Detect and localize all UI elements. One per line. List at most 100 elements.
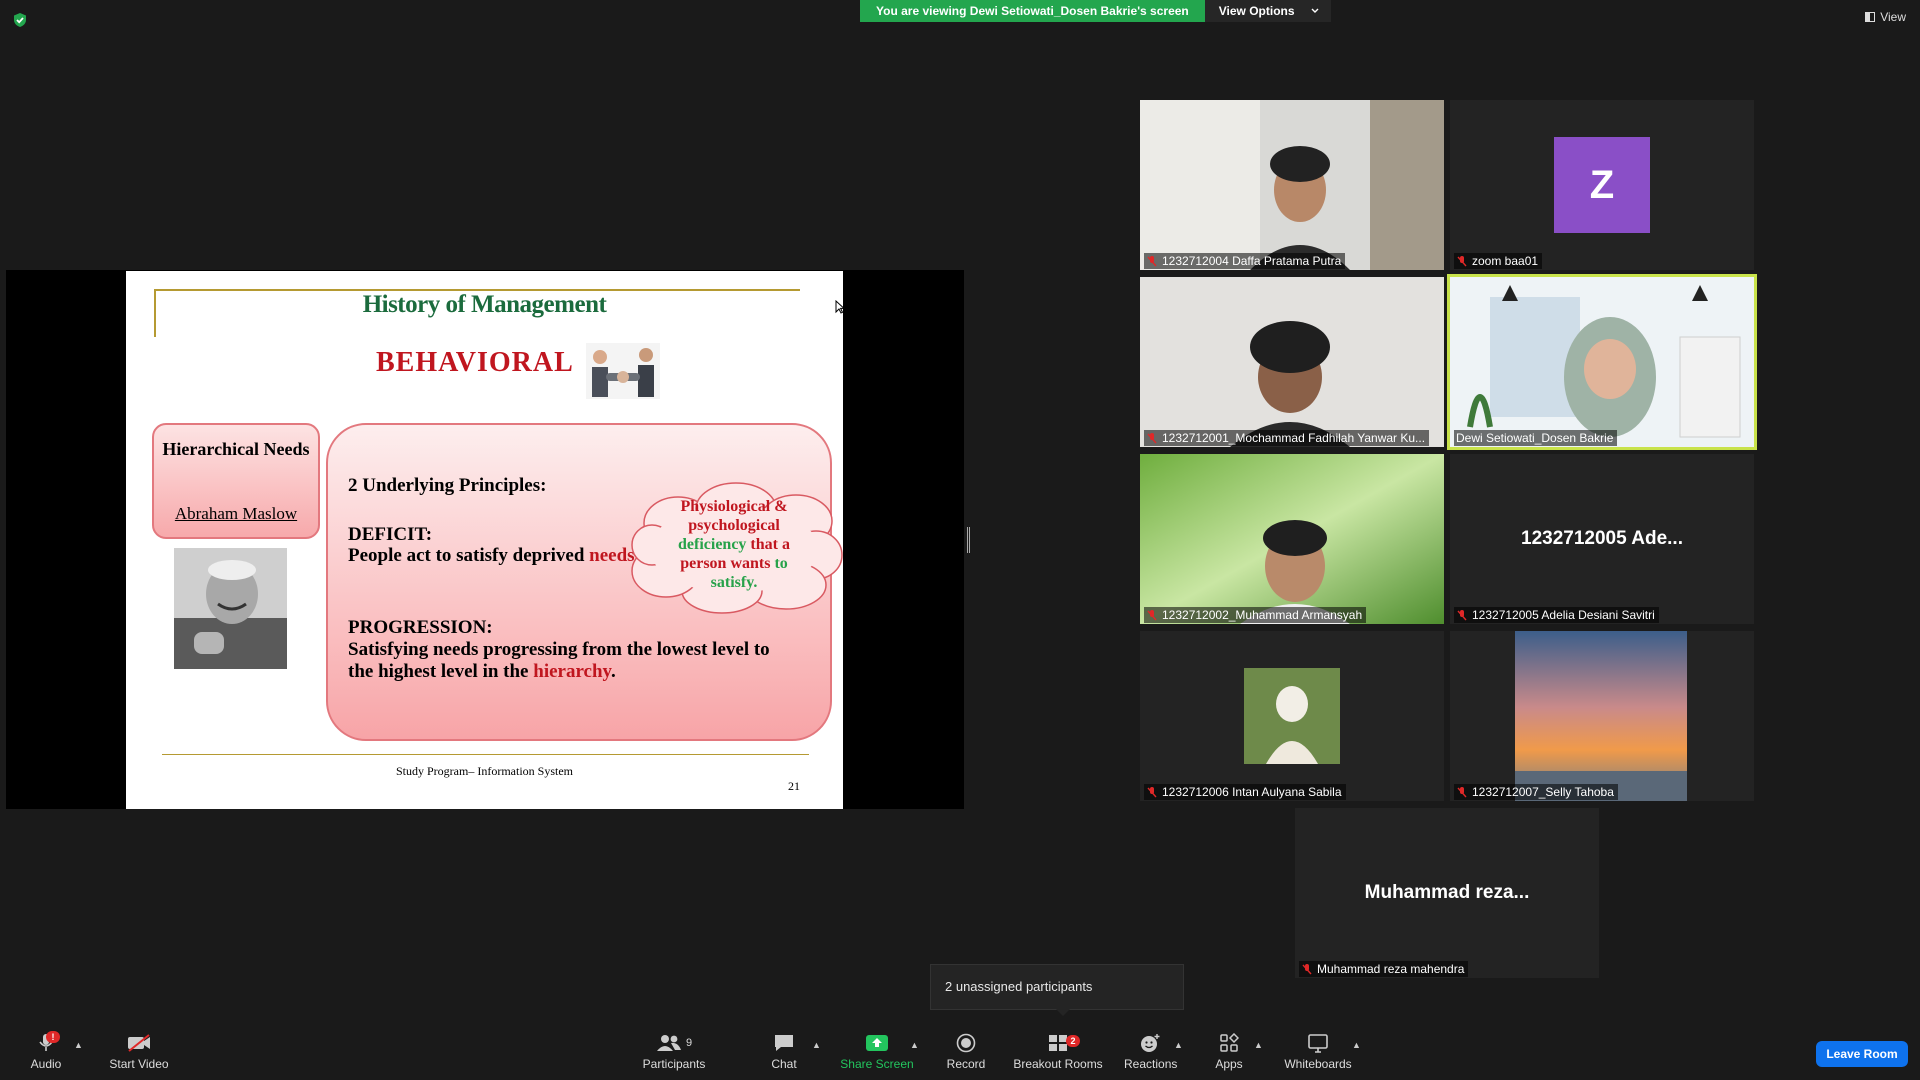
view-layout-button[interactable]: View xyxy=(1865,10,1906,24)
chat-button[interactable]: Chat xyxy=(760,1032,808,1071)
participant-name-label: 1232712004 Daffa Pratama Putra xyxy=(1162,254,1342,268)
mic-muted-icon xyxy=(1147,433,1157,444)
audio-warning-badge: ! xyxy=(46,1031,60,1043)
deficit-text-part: People act to satisfy deprived xyxy=(348,545,590,566)
viewing-screen-label: You are viewing Dewi Setiowati_Dosen Bak… xyxy=(860,0,1205,22)
participant-video xyxy=(1450,277,1754,447)
record-label: Record xyxy=(946,1057,986,1071)
unassigned-participants-tooltip[interactable]: 2 unassigned participants xyxy=(930,964,1184,1016)
mic-muted-icon xyxy=(1302,964,1312,975)
cloud-line-1: Physiological & xyxy=(680,498,788,515)
participant-name: zoom baa01 xyxy=(1454,253,1543,269)
chat-icon xyxy=(775,1035,793,1051)
deficiency-word: deficiency xyxy=(678,536,747,553)
apps-label: Apps xyxy=(1215,1057,1243,1071)
mic-muted-icon xyxy=(1147,787,1157,798)
participant-name-label: 1232712001_Mochammad Fadhilah Yanwar Ku.… xyxy=(1162,431,1426,445)
participant-video xyxy=(1140,100,1444,270)
progression-text-line1: Satisfying needs progressing from the lo… xyxy=(348,639,770,660)
participant-name-label: Muhammad reza mahendra xyxy=(1317,962,1465,976)
mic-muted-icon xyxy=(1457,256,1467,267)
whiteboards-options-caret-icon[interactable]: ▲ xyxy=(1352,1040,1361,1050)
maslow-portrait xyxy=(174,548,287,669)
avatar: Z xyxy=(1554,137,1650,233)
deficit-heading: DEFICIT: xyxy=(348,524,433,545)
whiteboard-icon xyxy=(1308,1034,1328,1053)
screen-share-banner: You are viewing Dewi Setiowati_Dosen Bak… xyxy=(860,0,1331,22)
layout-grid-icon xyxy=(1865,12,1876,22)
profile-picture xyxy=(1515,631,1687,801)
participant-tile[interactable]: Muhammad reza... Muhammad reza mahendra xyxy=(1295,808,1599,978)
whiteboards-label: Whiteboards xyxy=(1284,1057,1352,1071)
slide-page-number: 21 xyxy=(788,779,800,793)
participant-name: Dewi Setiowati_Dosen Bakrie xyxy=(1454,430,1618,446)
audio-options-caret-icon[interactable]: ▲ xyxy=(74,1040,83,1050)
participant-display-name: 1232712005 Ade... xyxy=(1521,528,1683,549)
mic-muted-icon xyxy=(1147,610,1157,621)
participant-tile[interactable]: 1232712001_Mochammad Fadhilah Yanwar Ku.… xyxy=(1140,277,1444,447)
profile-picture xyxy=(1244,668,1340,764)
share-screen-icon xyxy=(866,1035,888,1051)
participant-name-label: zoom baa01 xyxy=(1472,254,1539,268)
security-shield-icon[interactable] xyxy=(12,12,28,28)
participants-count: 9 xyxy=(685,1037,693,1049)
breakout-rooms-label: Breakout Rooms xyxy=(1013,1057,1103,1071)
slide-title: History of Management xyxy=(362,291,607,318)
cloud-line-3: deficiency that a xyxy=(659,535,809,554)
progression-text-line2: the highest level in the hierarchy. xyxy=(348,661,616,683)
participant-name: 1232712005 Adelia Desiani Savitri xyxy=(1454,607,1659,623)
reactions-button[interactable]: Reactions xyxy=(1124,1032,1177,1071)
participant-tile[interactable]: 1232712005 Ade... 1232712005 Adelia Desi… xyxy=(1450,454,1754,624)
participants-button[interactable]: 9 Participants xyxy=(638,1032,710,1071)
slide-subtitle: BEHAVIORAL xyxy=(376,347,574,378)
hierarchical-needs-box: Hierarchical Needs Abraham Maslow xyxy=(152,423,320,539)
breakout-rooms-button[interactable]: Breakout Rooms xyxy=(1012,1032,1104,1071)
cloud-line-3-rest: that a xyxy=(746,536,790,553)
active-speaker-tile[interactable]: Dewi Setiowati_Dosen Bakrie xyxy=(1447,274,1757,450)
view-options-button[interactable]: View Options xyxy=(1204,0,1331,22)
chat-options-caret-icon[interactable]: ▲ xyxy=(812,1040,821,1050)
record-button[interactable]: Record xyxy=(942,1032,990,1071)
share-screen-button[interactable]: Share Screen xyxy=(840,1032,914,1071)
participant-tile[interactable]: 1232712004 Daffa Pratama Putra xyxy=(1140,100,1444,270)
abraham-maslow-label: Abraham Maslow xyxy=(174,504,298,523)
progression-heading: PROGRESSION: xyxy=(348,617,493,638)
participants-label: Participants xyxy=(642,1057,706,1071)
participant-tile[interactable]: 1232712006 Intan Aulyana Sabila xyxy=(1140,631,1444,801)
participant-tile[interactable]: Z zoom baa01 xyxy=(1450,100,1754,270)
presentation-slide: History of Management BEHAVIORAL Hierarc… xyxy=(126,271,843,809)
progression-text-part: the highest level in the xyxy=(348,661,534,682)
split-view-resize-handle[interactable] xyxy=(967,527,970,553)
apps-button[interactable]: Apps xyxy=(1206,1032,1252,1071)
mic-muted-icon xyxy=(1457,787,1467,798)
participant-tile[interactable]: 1232712007_Selly Tahoba xyxy=(1450,631,1754,801)
whiteboards-button[interactable]: Whiteboards xyxy=(1280,1032,1356,1071)
share-screen-label: Share Screen xyxy=(840,1057,914,1071)
cloud-line-4: person wants to xyxy=(659,554,809,573)
cloud-text: Physiological & psychological deficiency… xyxy=(659,497,809,592)
cloud-line-4-part: person wants xyxy=(680,555,775,572)
breakout-rooms-badge: 2 xyxy=(1066,1035,1080,1047)
participant-name: 1232712001_Mochammad Fadhilah Yanwar Ku.… xyxy=(1144,430,1430,446)
audio-label: Audio xyxy=(30,1057,62,1071)
participant-name: 1232712004 Daffa Pratama Putra xyxy=(1144,253,1346,269)
principles-heading: 2 Underlying Principles: xyxy=(348,475,547,496)
participant-name-label: 1232712002_Muhammad Armansyah xyxy=(1162,608,1363,622)
cloud-line-2: psychological xyxy=(688,517,780,534)
participant-tile[interactable]: 1232712002_Muhammad Armansyah xyxy=(1140,454,1444,624)
mic-muted-icon xyxy=(1457,610,1467,621)
video-off-icon xyxy=(128,1034,150,1052)
start-video-button[interactable]: Start Video xyxy=(104,1032,174,1071)
reactions-options-caret-icon[interactable]: ▲ xyxy=(1174,1040,1183,1050)
start-video-label: Start Video xyxy=(109,1057,169,1071)
participant-video xyxy=(1140,454,1444,624)
progression-period: . xyxy=(611,661,616,682)
participant-name: Muhammad reza mahendra xyxy=(1299,961,1469,977)
chevron-down-icon xyxy=(1311,8,1319,13)
share-options-caret-icon[interactable]: ▲ xyxy=(910,1040,919,1050)
participant-name-label: 1232712007_Selly Tahoba xyxy=(1472,785,1614,799)
leave-room-button[interactable]: Leave Room xyxy=(1816,1041,1908,1067)
participant-name: 1232712006 Intan Aulyana Sabila xyxy=(1144,784,1346,800)
apps-options-caret-icon[interactable]: ▲ xyxy=(1254,1040,1263,1050)
mic-muted-icon xyxy=(1147,256,1157,267)
